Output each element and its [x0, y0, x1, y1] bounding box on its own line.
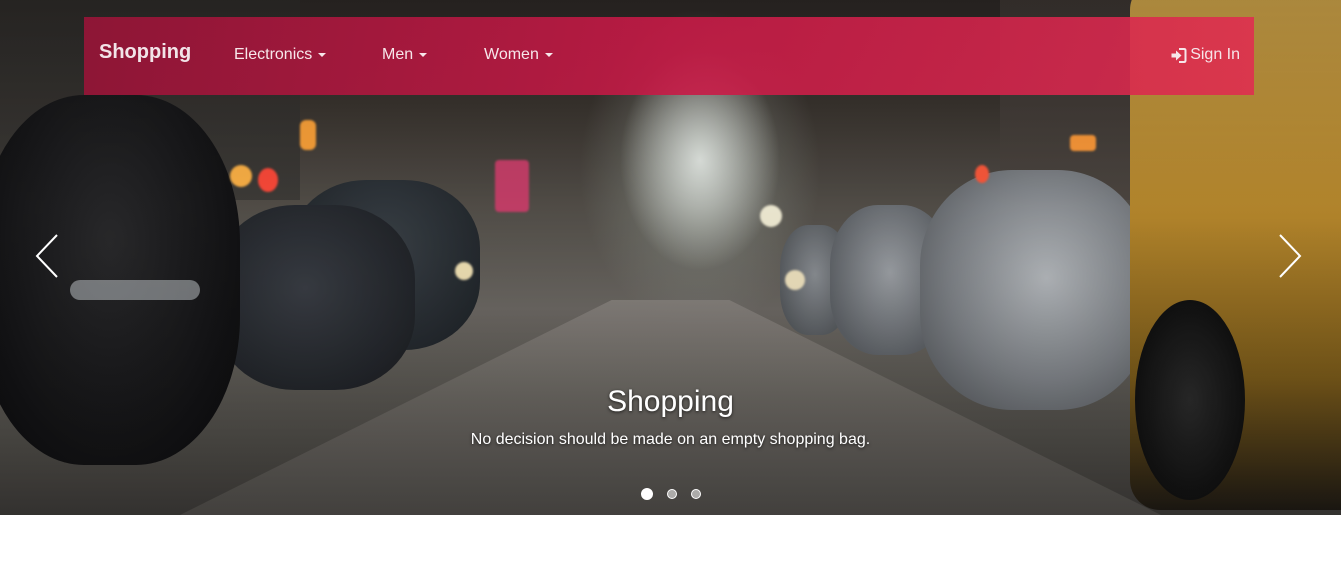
- carousel-caption: Shopping No decision should be made on a…: [0, 380, 1341, 450]
- sign-in-label: Sign In: [1190, 46, 1240, 63]
- nav-dropdown-electronics[interactable]: Electronics: [234, 46, 327, 64]
- carousel-indicator-2[interactable]: [666, 489, 677, 499]
- carousel-next-button[interactable]: [1275, 232, 1305, 280]
- chevron-left-icon: [35, 234, 58, 278]
- navbar: Shopping Electronics Men Women Sign In: [84, 17, 1254, 95]
- caret-down-icon: [544, 52, 553, 57]
- navbar-brand[interactable]: Shopping: [99, 41, 191, 64]
- nav-item-label: Electronics: [234, 46, 313, 63]
- carousel-prev-button[interactable]: [32, 232, 62, 280]
- caret-down-icon: [419, 52, 428, 57]
- nav-item-label: Women: [484, 46, 539, 63]
- carousel-caption-title: Shopping: [607, 385, 734, 418]
- sign-in-icon: [1171, 47, 1187, 63]
- sign-in-link[interactable]: Sign In: [1170, 46, 1240, 64]
- nav-item-label: Men: [382, 46, 414, 63]
- chevron-right-icon: [1279, 234, 1302, 278]
- carousel-indicator-3[interactable]: [690, 489, 701, 499]
- carousel-caption-subtitle: No decision should be made on an empty s…: [470, 431, 871, 448]
- caret-down-icon: [318, 52, 327, 57]
- nav-dropdown-men[interactable]: Men: [382, 46, 428, 64]
- nav-dropdown-women[interactable]: Women: [484, 46, 553, 64]
- carousel-indicators: [0, 488, 1341, 500]
- carousel-indicator-1[interactable]: [640, 488, 653, 500]
